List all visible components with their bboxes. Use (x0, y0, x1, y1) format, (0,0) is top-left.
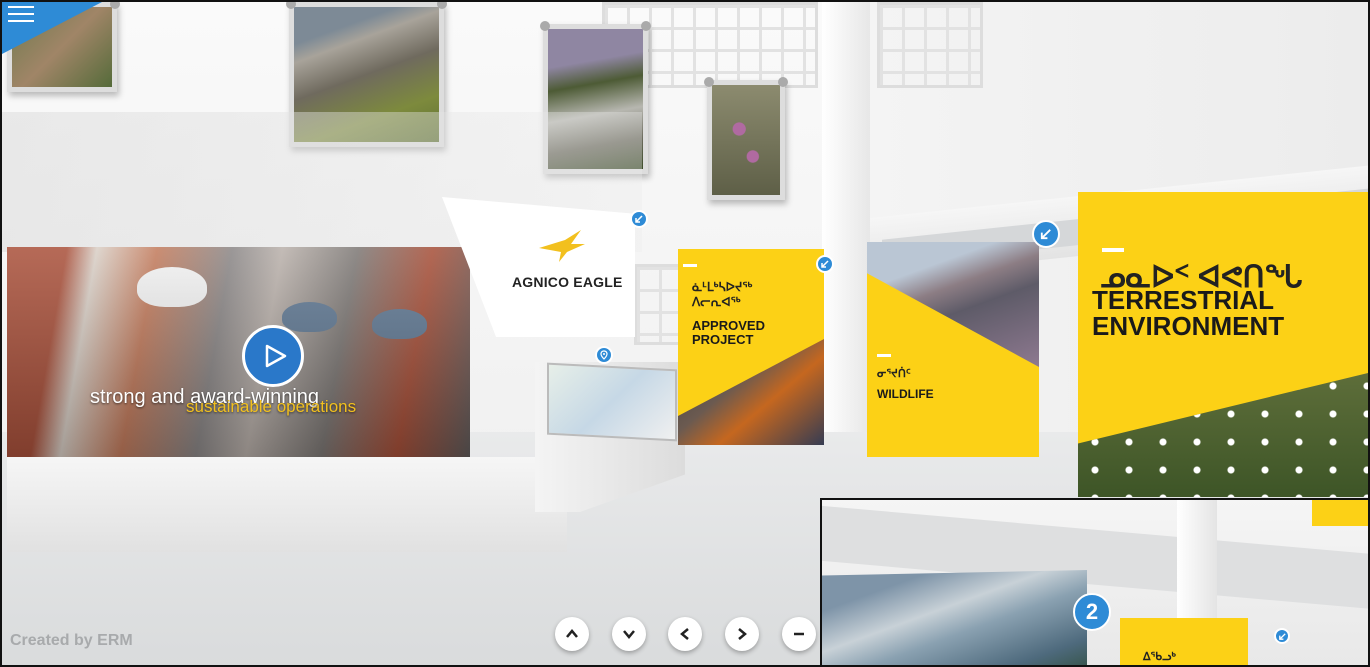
wildlife-syllabic: ᓂᕐᔪᑏᑦ (877, 368, 911, 380)
panel-dash (877, 354, 891, 357)
panel-photo-tundra-flowers (1078, 372, 1368, 497)
play-video-button[interactable] (242, 325, 304, 387)
panel-dash (683, 264, 697, 267)
skylight-window-right (877, 2, 983, 88)
video-panel[interactable] (7, 247, 470, 465)
minus-icon (794, 632, 804, 636)
worker-helmet (282, 302, 337, 332)
approved-title-line2: PROJECT (692, 332, 754, 347)
zoom-out-button[interactable] (782, 617, 816, 651)
agnico-eagle-wordmark: AGNICO EAGLE (512, 274, 623, 290)
nav-up-button[interactable] (555, 617, 589, 651)
hanging-photo-flowers (704, 77, 788, 200)
pillar (822, 2, 870, 472)
agnico-eagle-logo-icon (539, 230, 585, 262)
terrestrial-title-line2: ENVIRONMENT (1092, 311, 1285, 341)
approved-project-panel[interactable] (678, 249, 824, 445)
inset-syllabic: ᐃᖃᓗᒃ (1143, 651, 1176, 663)
video-caption-line2: sustainable operations (186, 397, 357, 416)
nav-left-button[interactable] (668, 617, 702, 651)
chevron-up-icon (566, 629, 578, 638)
panel-photo-arctic-fox (867, 242, 1039, 367)
hamburger-menu-icon (8, 6, 34, 22)
approved-syllabic-line2: ᐱᓕᕆᐊᖅ (692, 295, 741, 309)
approved-title-line1: APPROVED (692, 318, 765, 333)
map-kiosk-screen[interactable] (547, 362, 677, 442)
inset-yellow-panel-top (1312, 500, 1368, 526)
inset-fish-panel (822, 570, 1087, 665)
wildlife-panel[interactable] (867, 242, 1039, 457)
display-plinth (7, 457, 567, 552)
worker-helmet (137, 267, 207, 307)
approved-syllabic-line1: ᓈᒻᒪᒃᓴᐅᔪᖅ (692, 280, 753, 294)
wildlife-title: WILDLIFE (877, 387, 934, 401)
chevron-down-icon (623, 630, 635, 639)
menu-button[interactable] (8, 6, 34, 24)
arrow-down-left-icon (821, 260, 829, 268)
inset-preview-view[interactable]: ᐃᖃᓗᒃ 2 (820, 498, 1368, 665)
play-icon (265, 344, 286, 368)
worker-helmet (372, 309, 427, 339)
map-pin-icon (600, 350, 608, 360)
info-hotspot-agnico[interactable] (630, 210, 648, 228)
arrow-down-left-icon (1040, 229, 1051, 240)
chevron-left-icon (680, 628, 689, 640)
arrow-down-left-icon (635, 215, 643, 223)
arrow-down-left-icon (1278, 632, 1286, 640)
virtual-tour-viewport[interactable]: strong and award-winning sustainable ope… (0, 0, 1370, 667)
nav-down-button[interactable] (612, 617, 646, 651)
credit-label[interactable]: Created by ERM (10, 632, 133, 650)
inset-info-hotspot[interactable] (1274, 628, 1290, 644)
inset-yellow-panel (1120, 618, 1248, 665)
nav-right-button[interactable] (725, 617, 759, 651)
info-hotspot-approved[interactable] (816, 255, 834, 273)
panel-photo-workers (678, 339, 824, 445)
chevron-right-icon (738, 628, 747, 640)
info-hotspot-wildlife[interactable] (1032, 220, 1060, 248)
terrestrial-environment-panel[interactable] (1078, 192, 1368, 497)
inset-step-badge[interactable]: 2 (1073, 593, 1111, 631)
panel-dash (1102, 248, 1124, 252)
back-window (634, 264, 682, 345)
map-pin-hotspot[interactable] (595, 346, 613, 364)
